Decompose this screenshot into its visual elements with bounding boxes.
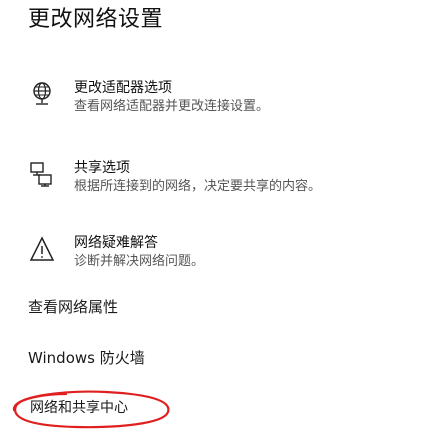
network-and-sharing-center-link[interactable]: 网络和共享中心 xyxy=(30,398,128,418)
change-adapter-options-item[interactable]: 更改适配器选项 查看网络适配器并更改连接设置。 xyxy=(28,80,420,128)
page-title: 更改网络设置 xyxy=(28,7,164,32)
item-description: 诊断并解决网络问题。 xyxy=(74,254,205,269)
sharing-options-item[interactable]: 共享选项 根据所连接到的网络，决定要共享的内容。 xyxy=(28,160,420,208)
item-title: 更改适配器选项 xyxy=(74,80,172,96)
network-settings-page: 更改网络设置 更改适配器选项 查看网络适配器并更改连接设置。 共享选项 根据所连… xyxy=(0,0,428,441)
sharing-computer-icon xyxy=(28,160,56,188)
item-description: 查看网络适配器并更改连接设置。 xyxy=(74,99,270,114)
item-description: 根据所连接到的网络，决定要共享的内容。 xyxy=(74,179,322,194)
warning-triangle-icon xyxy=(28,235,56,263)
item-title: 共享选项 xyxy=(74,160,130,176)
network-troubleshooter-item[interactable]: 网络疑难解答 诊断并解决网络问题。 xyxy=(28,235,420,283)
item-title: 网络疑难解答 xyxy=(74,235,158,251)
view-network-properties-link[interactable]: 查看网络属性 xyxy=(28,297,118,317)
windows-firewall-link[interactable]: Windows 防火墙 xyxy=(28,348,145,368)
adapter-globe-icon xyxy=(28,80,56,108)
